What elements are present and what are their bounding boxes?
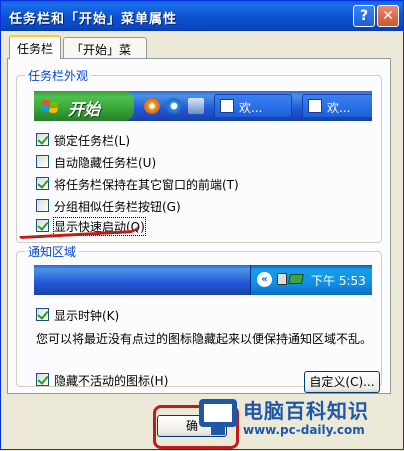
hide-inactive-label: 隐藏不活动的图标(H) <box>54 374 169 388</box>
help-button[interactable]: ? <box>353 5 375 27</box>
group-buttons-checkbox[interactable] <box>36 199 49 212</box>
start-label: 开始 <box>68 100 101 119</box>
taskbar-preview: 开始 欢... 欢... <box>34 91 372 121</box>
show-clock-label: 显示时钟(K) <box>54 309 120 323</box>
watermark-title: 电脑百科知识 <box>243 399 369 423</box>
windows-flag-icon <box>42 100 59 113</box>
watermark: 电脑百科知识 www.pc-daily.com <box>191 385 404 451</box>
task-button-preview: 欢... <box>302 94 372 118</box>
window-icon <box>308 99 322 113</box>
chevron-left-icon: « <box>257 272 272 287</box>
group-buttons-label: 分组相似任务栏按钮(G) <box>54 200 181 214</box>
tray-preview: « 下午 5:53 <box>34 265 372 295</box>
watermark-url: www.pc-daily.com <box>243 423 365 437</box>
tab-start-menu[interactable]: 「开始」菜单 <box>63 37 147 74</box>
task-button-label: 欢... <box>327 101 351 115</box>
close-button[interactable]: ✕ <box>377 5 399 27</box>
task-button-label: 欢... <box>239 101 263 115</box>
taskbar-appearance-legend: 任务栏外观 <box>25 67 92 84</box>
notification-area-legend: 通知区域 <box>25 243 80 260</box>
window-title: 任务栏和「开始」菜单属性 <box>9 12 178 27</box>
lock-taskbar-label: 锁定任务栏(L) <box>54 134 131 148</box>
keep-on-top-label: 将任务栏保持在其它窗口的前端(T) <box>54 178 239 192</box>
tray-clock: 下午 5:53 <box>311 274 366 288</box>
task-button-preview: 欢... <box>214 94 292 118</box>
auto-hide-label: 自动隐藏任务栏(U) <box>54 156 157 170</box>
auto-hide-checkbox[interactable] <box>36 155 49 168</box>
notification-description: 您可以将最近没有点过的图标隐藏起来以便保持通知区域不乱。 <box>36 332 373 346</box>
properties-window: 任务栏和「开始」菜单属性 ? ✕ 任务栏 「开始」菜单 任务栏外观 开始 <box>0 0 404 450</box>
tray-app-icon <box>288 274 304 284</box>
start-button-preview: 开始 <box>34 91 134 121</box>
keep-on-top-checkbox[interactable] <box>36 177 49 190</box>
monitor-stand-icon <box>211 427 225 435</box>
window-icon <box>220 99 234 113</box>
media-player-icon <box>144 98 160 114</box>
network-icon <box>277 273 287 285</box>
hide-inactive-checkbox[interactable] <box>36 373 49 386</box>
title-bar[interactable]: 任务栏和「开始」菜单属性 ? ✕ <box>1 1 403 31</box>
internet-explorer-icon <box>166 98 182 114</box>
notification-tray: « 下午 5:53 <box>250 265 372 295</box>
show-clock-checkbox[interactable] <box>36 308 49 321</box>
monitor-icon <box>199 399 237 427</box>
lock-taskbar-checkbox[interactable] <box>36 133 49 146</box>
tab-taskbar[interactable]: 任务栏 <box>9 35 61 59</box>
show-desktop-icon <box>188 98 204 114</box>
